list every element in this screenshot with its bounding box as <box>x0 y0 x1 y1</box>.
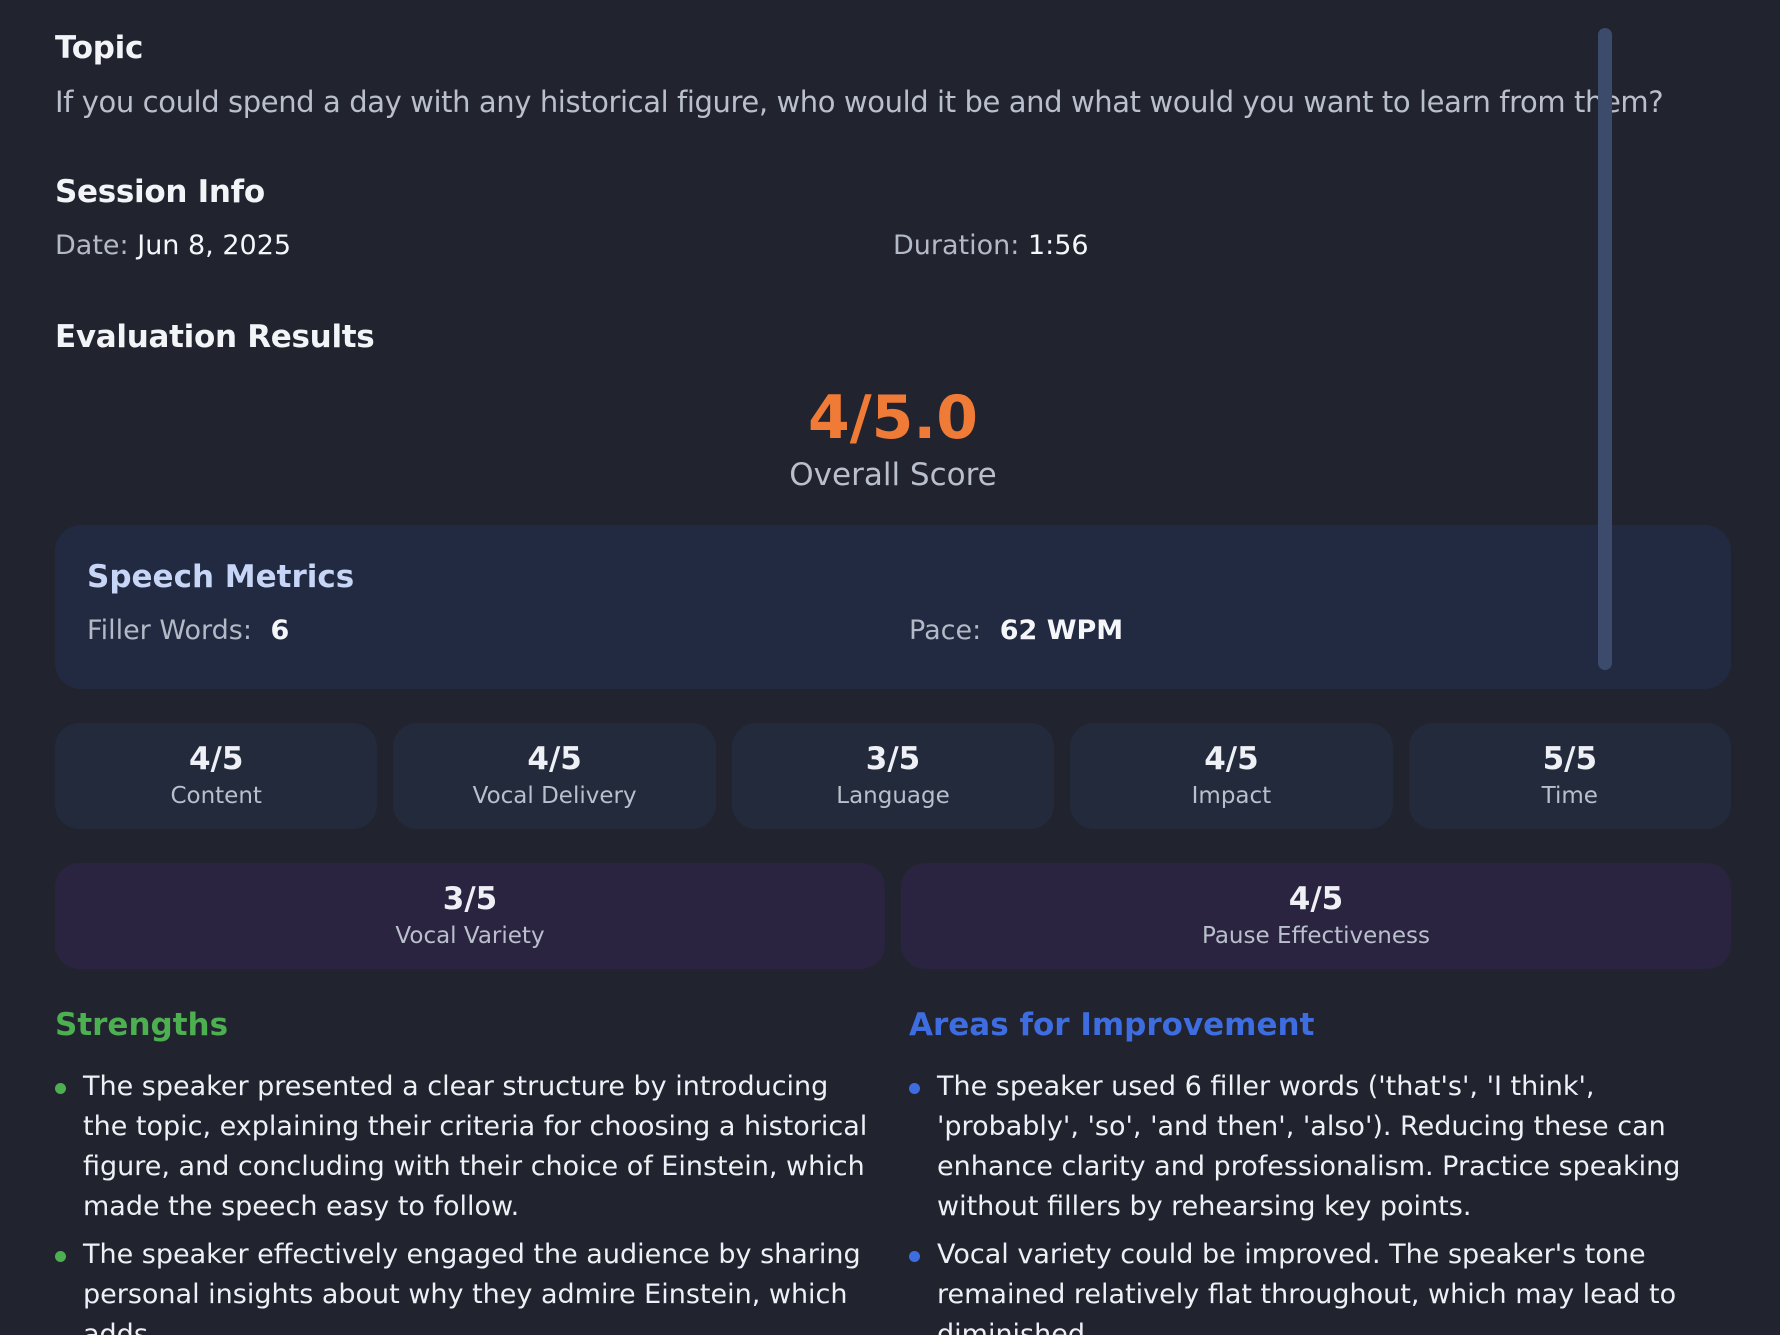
score-card-vocal-delivery: 4/5 Vocal Delivery <box>393 722 716 829</box>
speech-metrics-row: Filler Words: 6 Pace: 62 WPM <box>87 615 1699 646</box>
score-label: Content <box>170 782 262 809</box>
green-bullet-icon <box>55 1082 66 1094</box>
score-card-pause-effectiveness: 4/5 Pause Effectiveness <box>901 862 1731 969</box>
green-bullet-icon <box>55 1250 66 1262</box>
feedback-section: Strengths The speaker presented a clear … <box>55 1007 1731 1335</box>
pace-value: 62 WPM <box>999 614 1124 646</box>
score-value: 4/5 <box>1288 880 1344 917</box>
score-card-vocal-variety: 3/5 Vocal Variety <box>55 862 885 969</box>
voice-scores: 3/5 Vocal Variety 4/5 Pause Effectivenes… <box>55 862 1731 969</box>
strength-item: The speaker presented a clear structure … <box>55 1067 879 1227</box>
score-label: Time <box>1541 782 1598 809</box>
improvement-text: The speaker used 6 filler words ('that's… <box>937 1070 1681 1222</box>
date-label: Date: <box>55 229 129 261</box>
improvement-item: The speaker used 6 filler words ('that's… <box>909 1067 1731 1227</box>
report-content: Topic If you could spend a day with any … <box>55 30 1732 1335</box>
score-label: Vocal Variety <box>395 922 545 949</box>
strength-text: The speaker effectively engaged the audi… <box>83 1238 861 1335</box>
date-value: Jun 8, 2025 <box>137 229 292 261</box>
duration-value: 1:56 <box>1027 229 1089 261</box>
scrollbar-thumb[interactable] <box>1598 28 1612 670</box>
score-label: Impact <box>1191 782 1272 809</box>
strengths-heading: Strengths <box>55 1006 229 1043</box>
improvement-text: Vocal variety could be improved. The spe… <box>937 1238 1677 1335</box>
session-report-page: Topic If you could spend a day with any … <box>0 0 1780 1335</box>
session-info-heading: Session Info <box>55 173 265 210</box>
score-value: 4/5 <box>188 740 244 777</box>
category-scores: 4/5 Content 4/5 Vocal Delivery 3/5 Langu… <box>55 722 1732 829</box>
score-value: 5/5 <box>1542 740 1598 777</box>
score-value: 4/5 <box>1204 740 1259 777</box>
pace-label: Pace: <box>909 614 982 646</box>
score-value: 3/5 <box>865 740 921 777</box>
score-value: 3/5 <box>442 880 498 917</box>
speech-metrics-card: Speech Metrics Filler Words: 6 Pace: 62 … <box>55 524 1731 689</box>
improvements-heading: Areas for Improvement <box>909 1006 1315 1043</box>
filler-words-label: Filler Words: <box>87 614 252 646</box>
score-label: Pause Effectiveness <box>1202 922 1430 949</box>
score-card-impact: 4/5 Impact <box>1070 722 1393 829</box>
speech-metrics-heading: Speech Metrics <box>87 558 355 595</box>
score-card-content: 4/5 Content <box>55 722 378 829</box>
blue-bullet-icon <box>909 1082 920 1094</box>
topic-text: If you could spend a day with any histor… <box>55 85 1664 119</box>
overall-score-value: 4/5.0 <box>808 382 978 453</box>
strengths-column: Strengths The speaker presented a clear … <box>55 1007 909 1335</box>
filler-words-value: 6 <box>270 614 290 646</box>
score-value: 4/5 <box>527 740 582 777</box>
strength-item: The speaker effectively engaged the audi… <box>55 1235 879 1335</box>
score-label: Language <box>836 782 950 809</box>
strength-text: The speaker presented a clear structure … <box>83 1070 868 1222</box>
topic-heading: Topic <box>55 30 144 66</box>
pace-metric: Pace: 62 WPM <box>909 615 1123 646</box>
overall-score: 4/5.0 Overall Score <box>55 383 1731 493</box>
duration-label: Duration: <box>893 229 1020 261</box>
overall-score-label: Overall Score <box>789 456 997 493</box>
session-date: Date: Jun 8, 2025 <box>55 230 893 261</box>
improvements-column: Areas for Improvement The speaker used 6… <box>909 1007 1731 1335</box>
session-info-row: Date: Jun 8, 2025 Duration: 1:56 <box>55 230 1731 261</box>
filler-words-metric: Filler Words: 6 <box>87 615 909 646</box>
improvement-item: Vocal variety could be improved. The spe… <box>909 1235 1731 1335</box>
score-card-time: 5/5 Time <box>1408 722 1732 829</box>
score-label: Vocal Delivery <box>472 782 637 809</box>
score-card-language: 3/5 Language <box>731 722 1055 829</box>
blue-bullet-icon <box>909 1250 920 1262</box>
evaluation-heading: Evaluation Results <box>55 318 375 355</box>
